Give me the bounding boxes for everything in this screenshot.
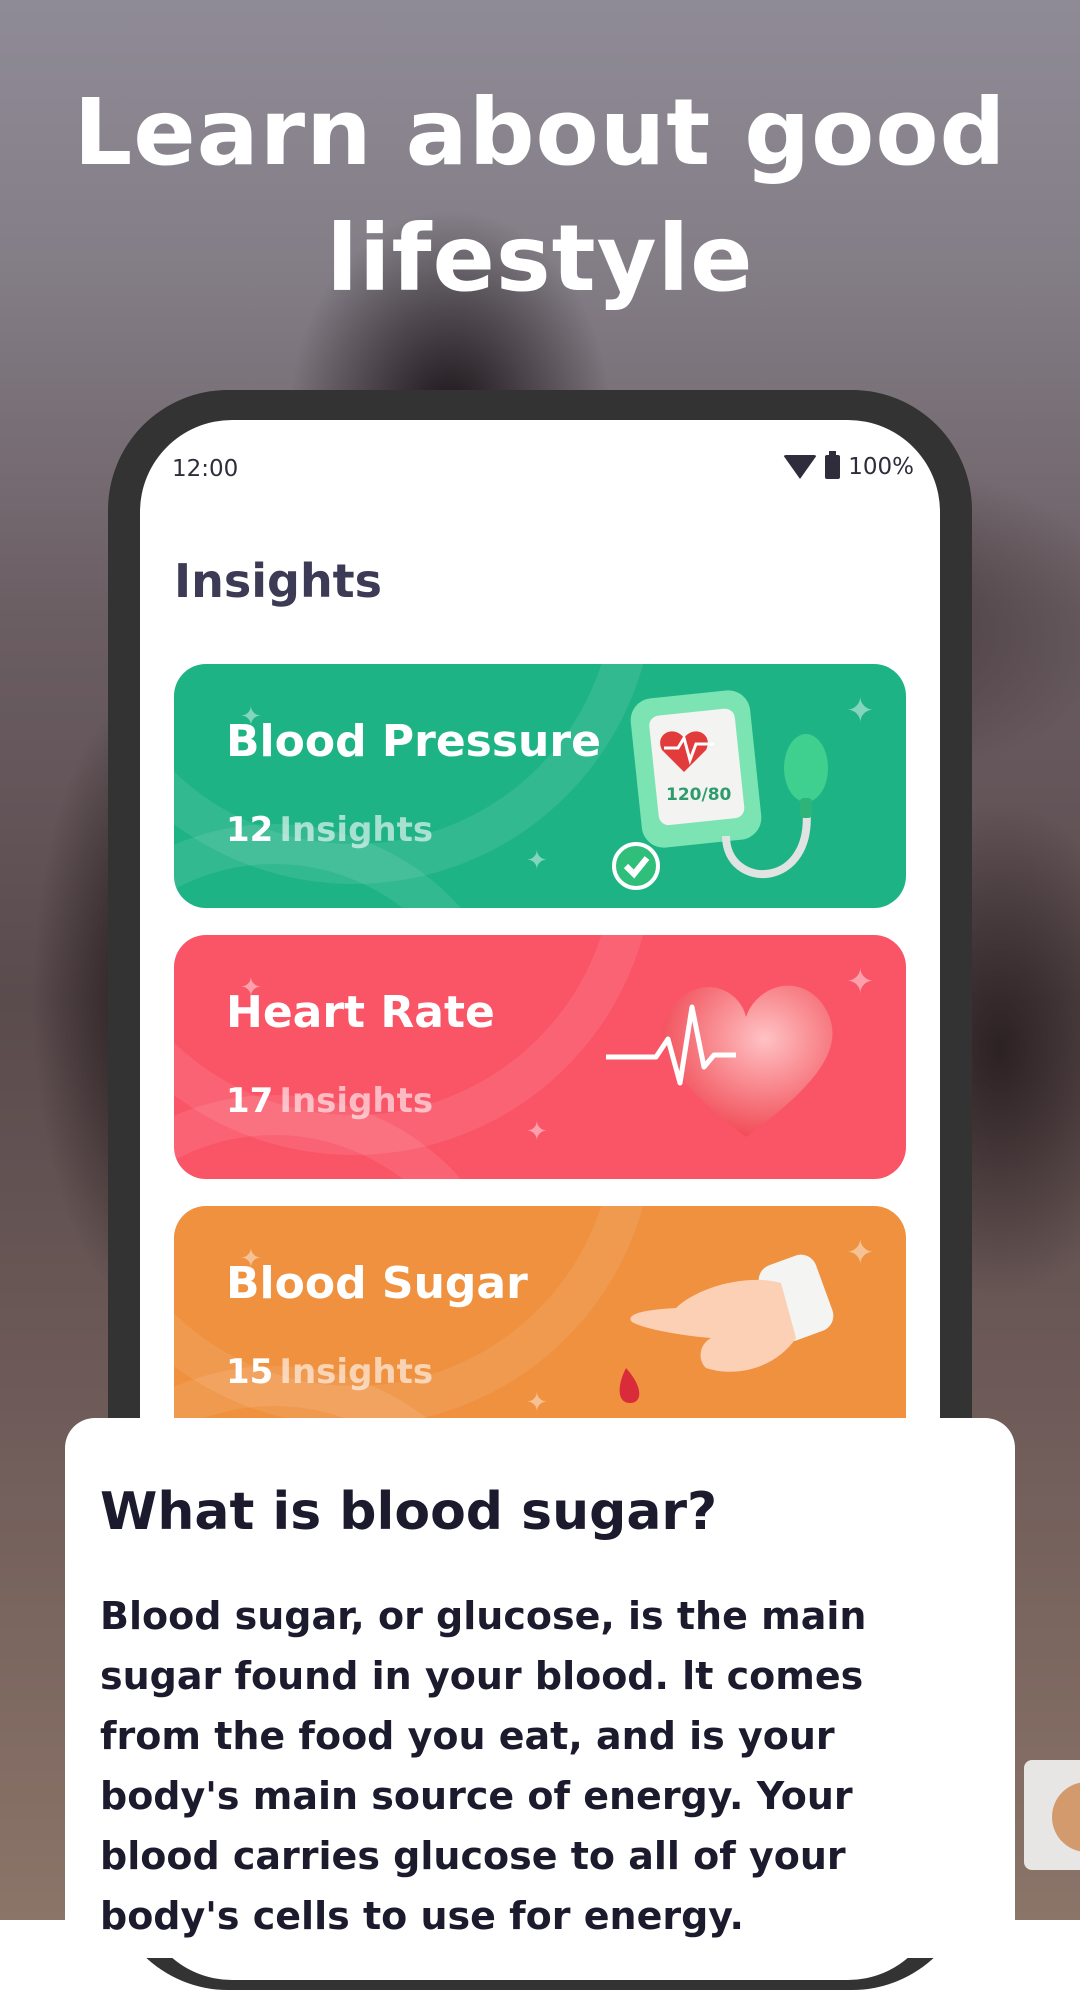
card-count: 17 Insights	[226, 1081, 433, 1121]
card-count: 12 Insights	[226, 810, 433, 850]
status-icons: 100%	[783, 451, 914, 480]
count-label: Insights	[279, 1352, 434, 1392]
finger-blood-drop-icon	[619, 1254, 834, 1403]
card-heart-rate[interactable]: ✦ ✦ ✦ Heart Rate 17 Insights	[174, 935, 906, 1179]
battery-level: 100%	[848, 454, 914, 480]
page-headline: Learn about good lifestyle	[73, 79, 1007, 312]
card-title: Blood Pressure	[226, 716, 601, 767]
sparkle-icon: ✦	[526, 1117, 548, 1147]
count-value: 15	[226, 1352, 274, 1392]
screen-title: Insights	[174, 554, 383, 608]
card-title: Blood Sugar	[226, 1258, 528, 1309]
status-time: 12:00	[172, 456, 239, 482]
count-label: Insights	[279, 810, 434, 850]
count-value: 17	[226, 1081, 274, 1121]
monitor-reading: 120/80	[666, 785, 732, 805]
sparkle-icon: ✦	[526, 846, 548, 876]
sparkle-icon: ✦	[526, 1388, 548, 1418]
next-slide-preview[interactable]	[1024, 1760, 1080, 1870]
card-blood-sugar[interactable]: ✦ ✦ ✦ Blood Sugar 15 Insights	[174, 1206, 906, 1450]
blood-pressure-monitor-icon: 120/80	[612, 690, 828, 890]
wifi-icon	[783, 455, 818, 479]
sheet-body: Blood sugar, or glucose, is the main sug…	[100, 1594, 867, 1938]
count-value: 12	[226, 810, 274, 850]
battery-icon	[825, 451, 841, 479]
card-count: 15 Insights	[226, 1352, 433, 1392]
info-sheet: What is blood sugar? Blood sugar, or glu…	[65, 1418, 1015, 1958]
heart-pulse-icon	[606, 985, 833, 1137]
sheet-title: What is blood sugar?	[100, 1482, 718, 1542]
card-blood-pressure[interactable]: ✦ ✦ ✦ Blood Pressure 12 Insights 120/80	[174, 664, 906, 908]
card-title: Heart Rate	[226, 987, 495, 1038]
count-label: Insights	[279, 1081, 434, 1121]
